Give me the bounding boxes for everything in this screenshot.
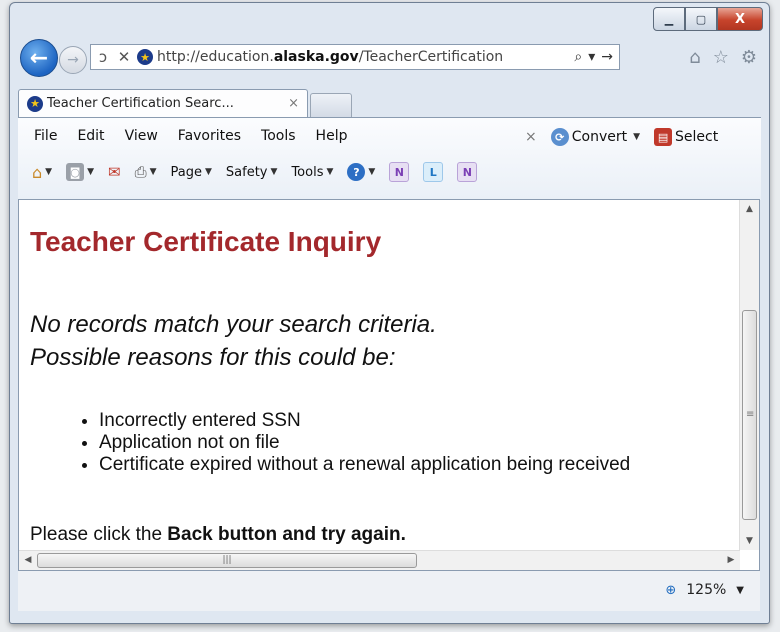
- page-menu[interactable]: Page ▼: [171, 165, 212, 180]
- zoom-level: 125%: [686, 582, 727, 598]
- search-icon[interactable]: ⌕: [574, 49, 582, 65]
- safety-menu[interactable]: Safety ▼: [226, 165, 278, 180]
- navigation-bar: ← → ↄ ✕ ★ http://education.alaska.gov/Te…: [18, 37, 761, 77]
- scroll-left-icon[interactable]: ◀: [19, 551, 37, 570]
- menu-help[interactable]: Help: [316, 128, 348, 144]
- instruction-bold: Back button and try again.: [167, 524, 406, 545]
- vertical-scrollbar[interactable]: ▲ ≡ ▼: [739, 200, 759, 550]
- message-line-2: Possible reasons for this could be:: [30, 344, 396, 371]
- home-page-button[interactable]: ⌂ ▼: [32, 163, 52, 182]
- close-window-button[interactable]: X: [717, 7, 763, 31]
- tab-close-icon[interactable]: ×: [288, 96, 299, 111]
- new-tab-button[interactable]: [310, 93, 352, 117]
- menu-edit[interactable]: Edit: [77, 128, 104, 144]
- forward-arrow-icon: →: [67, 52, 79, 68]
- stop-icon[interactable]: ✕: [115, 48, 133, 66]
- no-records-message: No records match your search criteria. P…: [30, 308, 437, 374]
- minimize-button[interactable]: ▁: [653, 7, 685, 31]
- page-viewport: Teacher Certificate Inquiry No records m…: [18, 199, 760, 571]
- addon-toolbar: × ⟳ Convert ▼ ▤ Select: [525, 128, 718, 146]
- menu-file[interactable]: File: [34, 128, 57, 144]
- select-button[interactable]: ▤ Select: [654, 128, 718, 146]
- menu-view[interactable]: View: [125, 128, 158, 144]
- horizontal-scrollbar[interactable]: ◀ ||| ▶: [19, 550, 740, 570]
- reasons-list: Incorrectly entered SSN Application not …: [69, 410, 630, 476]
- status-bar: ⊕ 125% ▼: [18, 571, 760, 611]
- feeds-button[interactable]: ◙ ▼: [66, 163, 94, 181]
- window-caption-buttons: ▁ ▢ X: [653, 7, 763, 31]
- home-icon[interactable]: ⌂: [689, 47, 700, 68]
- onenote-linked-icon[interactable]: N: [457, 162, 478, 182]
- address-dropdown-icon[interactable]: ▾: [588, 49, 595, 65]
- tools-menu[interactable]: Tools ▼: [291, 165, 333, 180]
- zoom-icon: ⊕: [665, 582, 677, 598]
- menu-tools[interactable]: Tools: [261, 128, 296, 144]
- menu-bar: File Edit View Favorites Tools Help: [34, 128, 347, 144]
- go-arrow-icon[interactable]: →: [601, 49, 613, 65]
- back-button[interactable]: ←: [20, 39, 58, 77]
- menu-favorites[interactable]: Favorites: [178, 128, 241, 144]
- convert-icon: ⟳: [550, 128, 569, 146]
- horizontal-scroll-thumb[interactable]: |||: [37, 553, 417, 568]
- rss-feed-icon: ◙: [66, 163, 85, 181]
- browser-icons: ⌂ ☆ ⚙: [689, 47, 757, 68]
- tab-teacher-certification[interactable]: ★ Teacher Certification Searc... ×: [18, 89, 308, 117]
- command-bar: ⌂ ▼ ◙ ▼ ✉ ⎙ ▼ Page ▼ Safety ▼ Tools ▼ ? ▼: [32, 162, 478, 182]
- address-bar[interactable]: ↄ ✕ ★ http://education.alaska.gov/Teache…: [90, 44, 620, 70]
- list-item: Application not on file: [99, 432, 630, 454]
- tab-label: Teacher Certification Searc...: [47, 96, 234, 111]
- refresh-icon[interactable]: ↄ: [94, 48, 112, 66]
- maximize-button[interactable]: ▢: [685, 7, 717, 31]
- tab-favicon-icon: ★: [27, 95, 43, 112]
- url-text[interactable]: http://education.alaska.gov/TeacherCerti…: [157, 49, 527, 65]
- help-button[interactable]: ? ▼: [347, 163, 375, 181]
- favorites-star-icon[interactable]: ☆: [713, 47, 729, 68]
- scroll-right-icon[interactable]: ▶: [722, 551, 740, 570]
- page-title: Teacher Certificate Inquiry: [30, 226, 382, 257]
- mail-icon: ✉: [108, 163, 121, 181]
- tab-strip: ★ Teacher Certification Searc... ×: [18, 89, 761, 117]
- forward-button[interactable]: →: [59, 46, 87, 74]
- scroll-down-icon[interactable]: ▼: [740, 532, 759, 550]
- home-icon: ⌂: [32, 162, 43, 182]
- toolbars: File Edit View Favorites Tools Help × ⟳ …: [18, 117, 761, 200]
- addon-close-icon[interactable]: ×: [525, 129, 537, 145]
- back-arrow-icon: ←: [29, 45, 49, 71]
- gear-icon[interactable]: ⚙: [741, 47, 757, 68]
- printer-icon: ⎙: [134, 163, 147, 181]
- message-line-1: No records match your search criteria.: [30, 311, 437, 338]
- browser-window: ▁ ▢ X ← → ↄ ✕ ★ http://education.alaska.…: [9, 2, 770, 624]
- list-item: Certificate expired without a renewal ap…: [99, 454, 630, 476]
- zoom-dropdown-icon[interactable]: ▼: [736, 585, 744, 596]
- instruction-text: Please click the Back button and try aga…: [30, 524, 406, 545]
- lync-icon[interactable]: L: [423, 162, 444, 182]
- address-tail: ⌕ ▾ →: [574, 49, 619, 65]
- convert-button[interactable]: ⟳ Convert ▼: [550, 128, 640, 146]
- help-icon: ?: [347, 163, 366, 181]
- site-favicon-icon: ★: [137, 49, 153, 65]
- vertical-scroll-thumb[interactable]: ≡: [742, 310, 757, 520]
- select-pdf-icon: ▤: [654, 128, 673, 146]
- print-button[interactable]: ⎙ ▼: [135, 163, 157, 181]
- onenote-icon[interactable]: N: [389, 162, 410, 182]
- list-item: Incorrectly entered SSN: [99, 410, 630, 432]
- mail-button[interactable]: ✉: [108, 163, 121, 181]
- scroll-up-icon[interactable]: ▲: [740, 200, 759, 218]
- zoom-control[interactable]: ⊕ 125% ▼: [665, 582, 744, 598]
